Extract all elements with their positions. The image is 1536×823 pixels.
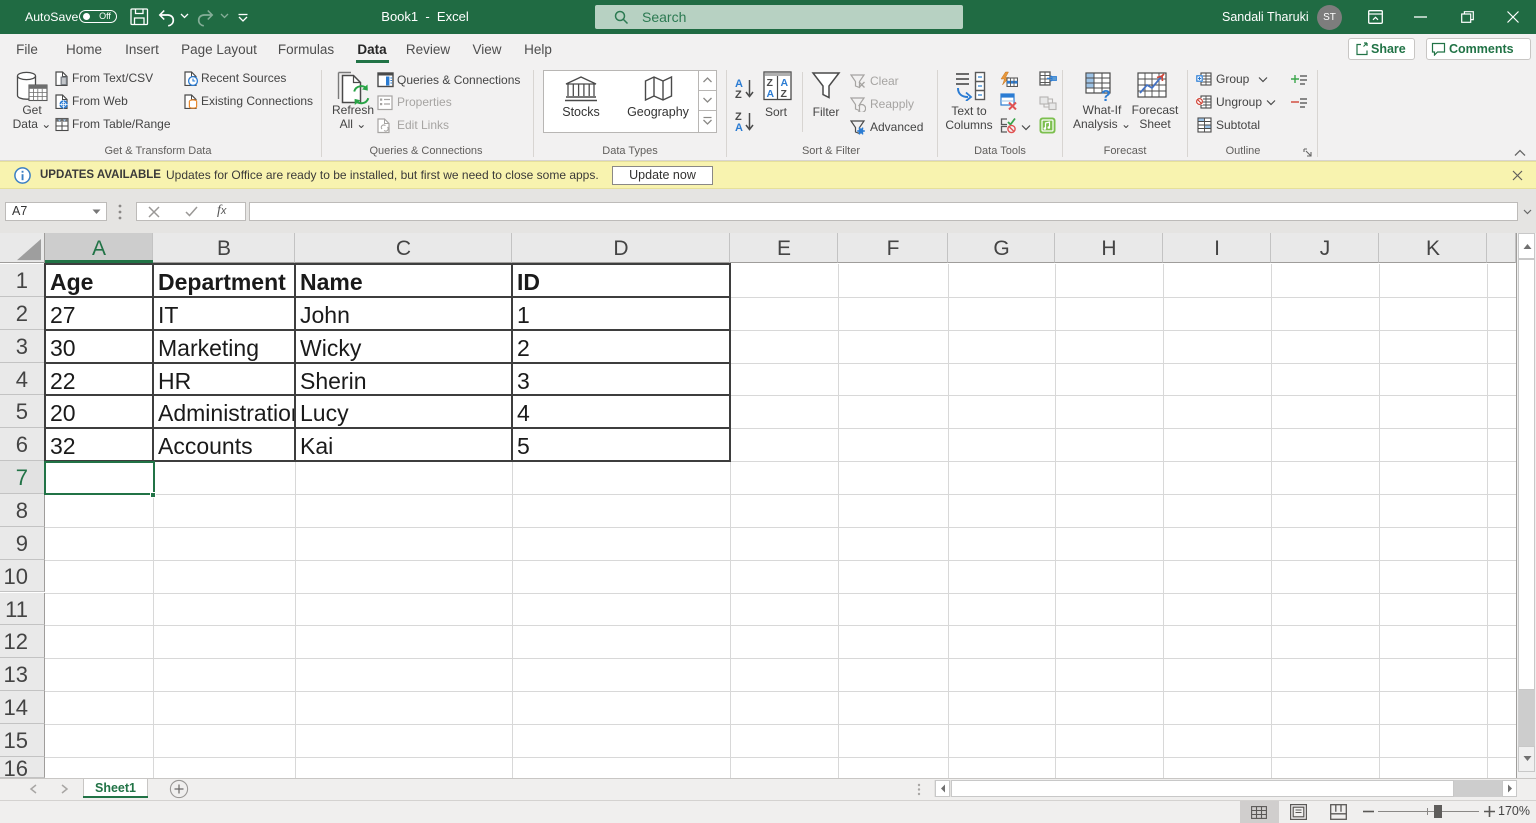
svg-text:?: ? bbox=[1101, 88, 1111, 102]
svg-text:A: A bbox=[767, 88, 775, 100]
svg-text:A: A bbox=[735, 122, 743, 133]
svg-text:Z: Z bbox=[735, 89, 742, 100]
svg-text:Z: Z bbox=[781, 88, 788, 100]
